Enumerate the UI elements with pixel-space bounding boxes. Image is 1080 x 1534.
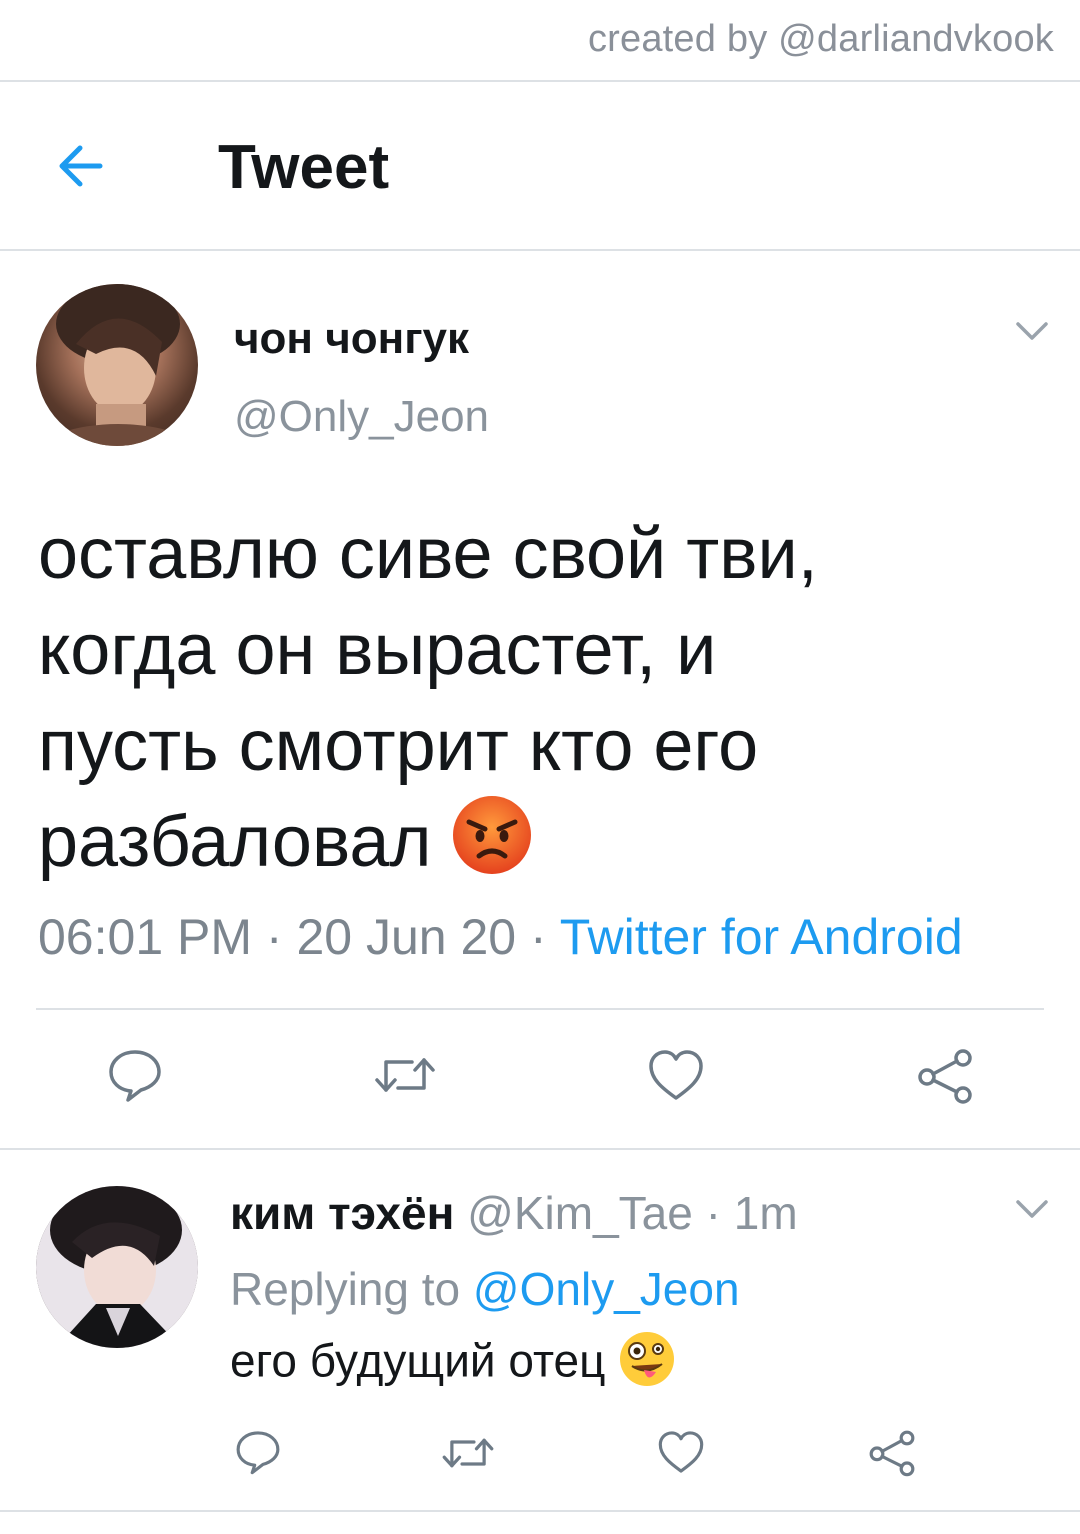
reply-retweet-button[interactable] <box>440 1430 496 1481</box>
divider <box>0 249 1080 251</box>
avatar-image <box>36 1186 198 1348</box>
share-button[interactable] <box>914 1046 976 1111</box>
meta-separator: · <box>265 909 283 965</box>
tweet-source-link[interactable]: Twitter for Android <box>560 909 963 965</box>
top-app-bar: Tweet <box>0 82 1080 250</box>
chevron-down-icon <box>1016 322 1048 340</box>
reply-text: его будущий отец <box>230 1330 676 1399</box>
tweet-text-line: пусть смотрит кто его <box>38 706 759 786</box>
reply-like-button[interactable] <box>656 1428 706 1481</box>
reply-author-handle[interactable]: @Kim_Tae <box>467 1187 693 1239</box>
retweet-button[interactable] <box>372 1048 438 1107</box>
reply-time: 1m <box>733 1187 798 1239</box>
heart-icon <box>658 1431 704 1473</box>
comment-icon <box>236 1431 280 1475</box>
reply-header: ким тэхён @Kim_Tae · 1m <box>230 1186 798 1240</box>
meta-separator: · <box>530 909 547 965</box>
back-button[interactable] <box>52 138 116 194</box>
retweet-icon <box>442 1438 494 1468</box>
reply-author-name[interactable]: ким тэхён <box>230 1187 454 1239</box>
reply-menu-button[interactable] <box>1012 1194 1052 1224</box>
tweet-date: 20 Jun 20 <box>296 909 517 965</box>
tweet-menu-button[interactable] <box>1012 316 1052 346</box>
share-icon <box>918 1049 972 1104</box>
divider <box>0 1148 1080 1150</box>
tweet-text-line: разбаловал <box>38 802 432 883</box>
zany-face-emoji-icon <box>618 1330 676 1399</box>
tweet-meta: 06:01 PM · 20 Jun 20 · Twitter for Andro… <box>38 908 963 966</box>
page-title: Tweet <box>218 133 390 202</box>
share-icon <box>869 1430 915 1477</box>
retweet-icon <box>375 1058 435 1092</box>
author-name[interactable]: чон чонгук <box>234 314 469 364</box>
chevron-down-icon <box>1016 1200 1048 1218</box>
author-handle[interactable]: @Only_Jeon <box>234 392 489 442</box>
meta-separator: · <box>705 1187 721 1239</box>
reply-text-content: его будущий отец <box>230 1334 606 1387</box>
divider <box>36 1008 1044 1010</box>
replying-to-label: Replying to <box>230 1263 461 1315</box>
replying-to: Replying to @Only_Jeon <box>230 1262 740 1316</box>
comment-icon <box>109 1050 161 1102</box>
like-button[interactable] <box>646 1046 706 1109</box>
reply-button[interactable] <box>106 1046 164 1109</box>
reply-author-avatar[interactable] <box>36 1186 198 1348</box>
author-avatar[interactable] <box>36 284 198 446</box>
avatar-image <box>40 284 196 446</box>
reply-share-button[interactable] <box>866 1428 918 1483</box>
tweet-time: 06:01 PM <box>38 909 253 965</box>
divider <box>0 1510 1080 1512</box>
tweet-text-line-last: разбаловал <box>38 794 1038 900</box>
arrow-left-icon <box>59 145 103 187</box>
tweet-text-line: оставлю сиве свой тви, <box>38 514 818 594</box>
heart-icon <box>649 1050 703 1100</box>
creator-credit: created by @darliandvkook <box>587 18 1054 60</box>
tweet-text: оставлю сиве свой тви, когда он вырастет… <box>38 506 1038 900</box>
reply-reply-button[interactable] <box>234 1428 282 1481</box>
angry-face-emoji-icon <box>451 794 533 900</box>
replying-to-mention[interactable]: @Only_Jeon <box>473 1263 740 1315</box>
tweet-text-line: когда он вырастет, и <box>38 610 717 690</box>
